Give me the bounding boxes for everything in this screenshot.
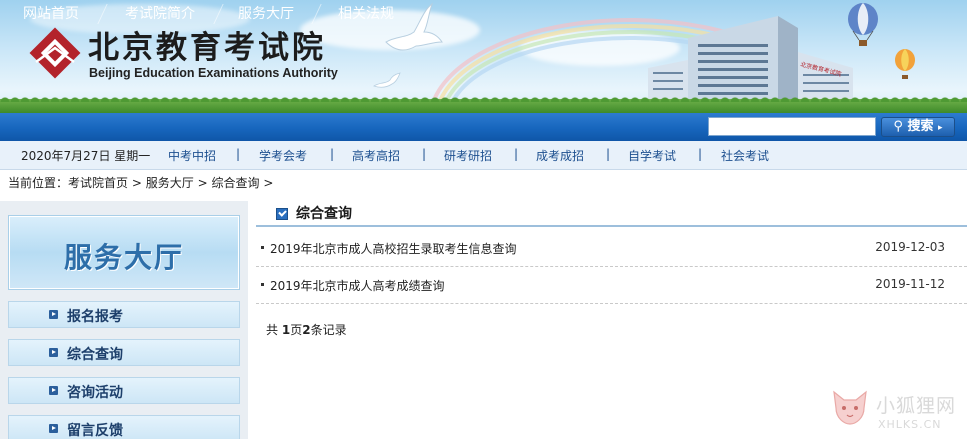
arrow-bullet-icon [49, 310, 58, 319]
section-title: 综合查询 [296, 206, 352, 222]
pagination-summary: 共 1页2条记录 [266, 321, 347, 338]
list-item: 2019年北京市成人高校招生录取考生信息查询 2019-12-03 [256, 230, 967, 267]
arrow-bullet-icon [49, 386, 58, 395]
arrow-bullet-icon [49, 348, 58, 357]
pager-record-unit: 条记录 [310, 323, 347, 337]
subnav-separator: | [422, 147, 427, 161]
sidebar-item-label: 综合查询 [67, 347, 123, 363]
list-item-date: 2019-12-03 [875, 240, 945, 254]
subnav-gaokao[interactable]: 高考高招 [352, 147, 400, 164]
breadcrumb-separator: > [131, 176, 142, 190]
sidebar-item-consult[interactable]: 咨询活动 [8, 377, 240, 404]
pager-page-unit: 页 [290, 323, 303, 337]
list-item-date: 2019-11-12 [875, 277, 945, 291]
subnav-separator: | [514, 147, 519, 161]
subnav-zhongkao[interactable]: 中考中招 [168, 147, 216, 164]
sidebar-item-query[interactable]: 综合查询 [8, 339, 240, 366]
subnav-separator: | [698, 147, 703, 161]
subnav-separator: | [606, 147, 611, 161]
list-item-title[interactable]: 2019年北京市成人高校招生录取考生信息查询 [270, 240, 517, 257]
breadcrumb-service-hall[interactable]: 服务大厅 [146, 176, 194, 190]
authority-logo-icon [29, 27, 81, 79]
sidebar-item-label: 报名报考 [67, 309, 123, 325]
checkbox-icon [276, 208, 288, 220]
sidebar-item-label: 留言反馈 [67, 423, 123, 439]
list-item: 2019年北京市成人高考成绩查询 2019-11-12 [256, 267, 967, 304]
sidebar-item-registration[interactable]: 报名报考 [8, 301, 240, 328]
sidebar-item-label: 咨询活动 [67, 385, 123, 401]
pager-record-count: 2 [302, 323, 311, 337]
arrow-bullet-icon [49, 424, 58, 433]
hot-air-balloon-icon [848, 3, 878, 46]
breadcrumb-current[interactable]: 综合查询 [211, 176, 259, 190]
breadcrumb-home[interactable]: 考试院首页 [68, 176, 128, 190]
current-date: 2020年7月27日 星期一 [21, 149, 151, 163]
search-input[interactable] [708, 117, 876, 136]
nav-home[interactable]: 网站首页 [10, 0, 92, 28]
watermark-chinese: 小狐狸网 [876, 395, 957, 417]
breadcrumb-prefix: 当前位置： [8, 176, 69, 190]
sidebar-item-feedback[interactable]: 留言反馈 [8, 415, 240, 439]
grass-decoration [0, 94, 967, 113]
breadcrumb-separator: > [263, 176, 274, 190]
watermark-english: XHLKS.CN [878, 418, 942, 431]
subnav-zixue[interactable]: 自学考试 [628, 147, 676, 164]
breadcrumb-separator: > [197, 176, 208, 190]
pager-prefix: 共 [266, 323, 279, 337]
subnav-chengkao[interactable]: 成考成招 [536, 147, 584, 164]
subnav-shehui[interactable]: 社会考试 [721, 147, 769, 164]
subnav-separator: | [330, 147, 335, 161]
nav-about[interactable]: 考试院简介 [112, 0, 208, 28]
hot-air-balloon-small-icon [895, 49, 915, 79]
nav-regulations[interactable]: 相关法规 [326, 0, 406, 28]
logo-english-name: Beijing Education Examinations Authority [89, 66, 338, 80]
bullet-dot-icon [261, 246, 264, 249]
sidebar-title: 服务大厅 [63, 241, 184, 274]
subnav-xuekao[interactable]: 学考会考 [259, 147, 307, 164]
section-header [256, 201, 967, 227]
subnav-separator: | [236, 147, 241, 161]
bullet-dot-icon [261, 283, 264, 286]
search-button-label: 搜索 [907, 119, 934, 134]
logo-chinese-name: 北京教育考试院 [88, 30, 326, 66]
breadcrumb: 当前位置：考试院首页 > 服务大厅 > 综合查询 > [8, 174, 273, 191]
small-dove-icon [373, 72, 401, 88]
arrow-right-icon: ▸ [938, 123, 943, 133]
list-item-title[interactable]: 2019年北京市成人高考成绩查询 [270, 277, 445, 294]
fox-watermark-icon [833, 390, 867, 425]
search-icon: ⚲ [893, 119, 903, 134]
pager-page-count: 1 [281, 323, 291, 337]
search-button[interactable]: ⚲ 搜索 ▸ [881, 117, 955, 137]
subnav-yankao[interactable]: 研考研招 [444, 147, 492, 164]
nav-service-hall[interactable]: 服务大厅 [226, 0, 306, 28]
